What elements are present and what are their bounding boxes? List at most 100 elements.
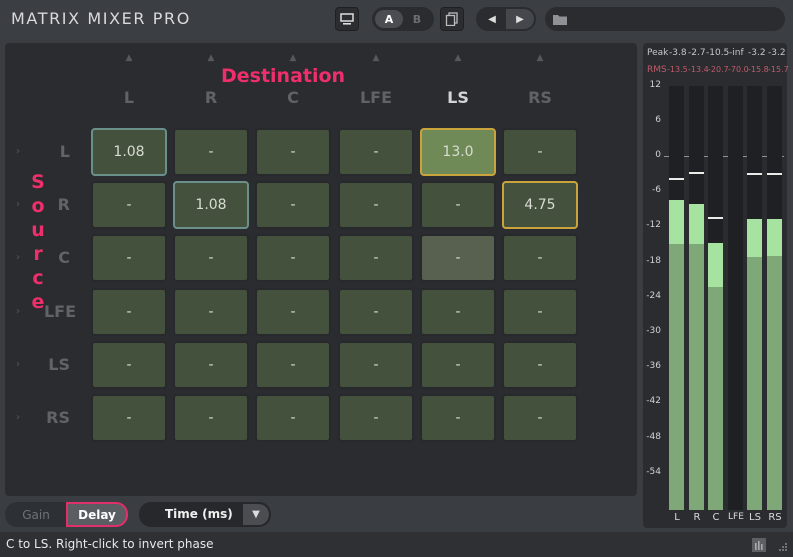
matrix-cell[interactable]: - xyxy=(420,288,496,336)
cell-value: - xyxy=(373,250,379,266)
expand-caret-icon[interactable]: ▲ xyxy=(502,53,578,63)
matrix-cell[interactable]: - xyxy=(91,234,167,282)
matrix-cell[interactable]: - xyxy=(420,181,496,229)
preset-browser[interactable] xyxy=(545,7,785,31)
cell-value: - xyxy=(126,304,132,320)
row-header-l[interactable]: L xyxy=(26,142,70,161)
cell-value: - xyxy=(208,250,214,266)
column-header-lfe[interactable]: LFE xyxy=(338,88,414,107)
expand-caret-icon[interactable]: ▲ xyxy=(255,53,331,63)
scale-tick: 12 xyxy=(649,80,661,90)
column-header-r[interactable]: R xyxy=(173,88,249,107)
prev-preset-button[interactable]: ◀ xyxy=(478,9,506,29)
column-header-l[interactable]: L xyxy=(91,88,167,107)
matrix-cell[interactable]: - xyxy=(173,394,249,442)
matrix-cell[interactable]: - xyxy=(502,341,578,389)
matrix-cell[interactable]: - xyxy=(502,394,578,442)
rms-fill xyxy=(689,204,704,244)
matrix-cell[interactable]: - xyxy=(502,234,578,282)
delay-mode-button[interactable]: Delay xyxy=(66,502,128,527)
row-header-lfe[interactable]: LFE xyxy=(32,302,76,321)
column-header-ls[interactable]: LS xyxy=(420,88,496,107)
matrix-cell[interactable]: - xyxy=(91,341,167,389)
rms-fill xyxy=(767,219,782,256)
column-header-c[interactable]: C xyxy=(255,88,331,107)
cell-value: - xyxy=(537,357,543,373)
cell-value: - xyxy=(537,304,543,320)
monitor-icon-button[interactable] xyxy=(335,7,359,31)
row-header-rs[interactable]: RS xyxy=(26,408,70,427)
matrix-cell[interactable]: - xyxy=(338,234,414,282)
matrix-cell[interactable]: 13.0 xyxy=(420,128,496,176)
matrix-cell[interactable]: - xyxy=(173,234,249,282)
cell-value: 1.08 xyxy=(195,197,227,213)
row-caret-icon[interactable]: › xyxy=(16,199,20,210)
matrix-cell[interactable]: - xyxy=(338,341,414,389)
expand-caret-icon[interactable]: ▲ xyxy=(173,53,249,63)
matrix-cell[interactable]: - xyxy=(91,181,167,229)
expand-caret-icon[interactable]: ▲ xyxy=(420,53,496,63)
rms-value: -20.7 xyxy=(708,65,729,74)
matrix-cell[interactable]: - xyxy=(255,181,331,229)
matrix-cell[interactable]: - xyxy=(173,341,249,389)
matrix-cell[interactable]: - xyxy=(338,181,414,229)
peak-value: -inf xyxy=(729,48,744,58)
row-header-c[interactable]: C xyxy=(26,248,70,267)
peak-hold-line xyxy=(689,172,704,174)
peak-value: -3.2 xyxy=(748,48,766,58)
cell-value: - xyxy=(373,197,379,213)
gain-mode-button[interactable]: Gain xyxy=(5,502,67,527)
cell-value: - xyxy=(373,357,379,373)
resize-grip-icon[interactable] xyxy=(778,542,788,552)
row-header-r[interactable]: R xyxy=(26,195,70,214)
matrix-cell[interactable]: - xyxy=(420,341,496,389)
monitor-icon xyxy=(340,13,354,25)
chevron-down-icon[interactable]: ▼ xyxy=(243,504,269,525)
cell-value: - xyxy=(373,144,379,160)
matrix-cell[interactable]: - xyxy=(173,128,249,176)
matrix-cell[interactable]: - xyxy=(255,394,331,442)
matrix-cell[interactable]: - xyxy=(338,288,414,336)
cell-value: - xyxy=(373,410,379,426)
matrix-cell[interactable]: - xyxy=(502,288,578,336)
expand-caret-icon[interactable]: ▲ xyxy=(91,53,167,63)
row-caret-icon[interactable]: › xyxy=(16,359,20,370)
matrix-cell[interactable]: 4.75 xyxy=(502,181,578,229)
matrix-cell[interactable]: - xyxy=(91,394,167,442)
scale-tick: -24 xyxy=(646,291,661,301)
column-header-rs[interactable]: RS xyxy=(502,88,578,107)
status-text: C to LS. Right-click to invert phase xyxy=(6,537,214,551)
preset-b-button[interactable]: B xyxy=(403,10,431,28)
copy-button[interactable] xyxy=(440,7,464,31)
row-caret-icon[interactable]: › xyxy=(16,412,20,423)
preset-a-button[interactable]: A xyxy=(375,10,403,28)
row-caret-icon[interactable]: › xyxy=(16,146,20,157)
matrix-cell[interactable]: - xyxy=(338,128,414,176)
matrix-cell[interactable]: - xyxy=(91,288,167,336)
cell-value: - xyxy=(455,304,461,320)
level-fill xyxy=(767,256,782,510)
source-letter: c xyxy=(32,267,44,289)
level-fill xyxy=(669,244,684,510)
row-header-ls[interactable]: LS xyxy=(26,355,70,374)
units-dropdown[interactable]: Time (ms) ▼ xyxy=(139,502,271,527)
matrix-cell[interactable]: - xyxy=(255,234,331,282)
matrix-cell[interactable]: 1.08 xyxy=(173,181,249,229)
expand-caret-icon[interactable]: ▲ xyxy=(338,53,414,63)
matrix-cell[interactable]: 1.08 xyxy=(91,128,167,176)
matrix-cell[interactable]: - xyxy=(420,234,496,282)
matrix-cell[interactable]: - xyxy=(255,288,331,336)
row-caret-icon[interactable]: › xyxy=(16,306,20,317)
matrix-cell[interactable]: - xyxy=(338,394,414,442)
peak-value: -2.7 xyxy=(688,48,706,58)
matrix-cell[interactable]: - xyxy=(255,128,331,176)
rms-value: -15.8 xyxy=(748,65,769,74)
bars-icon[interactable] xyxy=(752,538,766,552)
matrix-cell[interactable]: - xyxy=(502,128,578,176)
next-preset-button[interactable]: ▶ xyxy=(506,9,534,29)
matrix-cell[interactable]: - xyxy=(255,341,331,389)
matrix-cell[interactable]: - xyxy=(420,394,496,442)
source-letter: u xyxy=(31,219,45,241)
matrix-cell[interactable]: - xyxy=(173,288,249,336)
row-caret-icon[interactable]: › xyxy=(16,252,20,263)
